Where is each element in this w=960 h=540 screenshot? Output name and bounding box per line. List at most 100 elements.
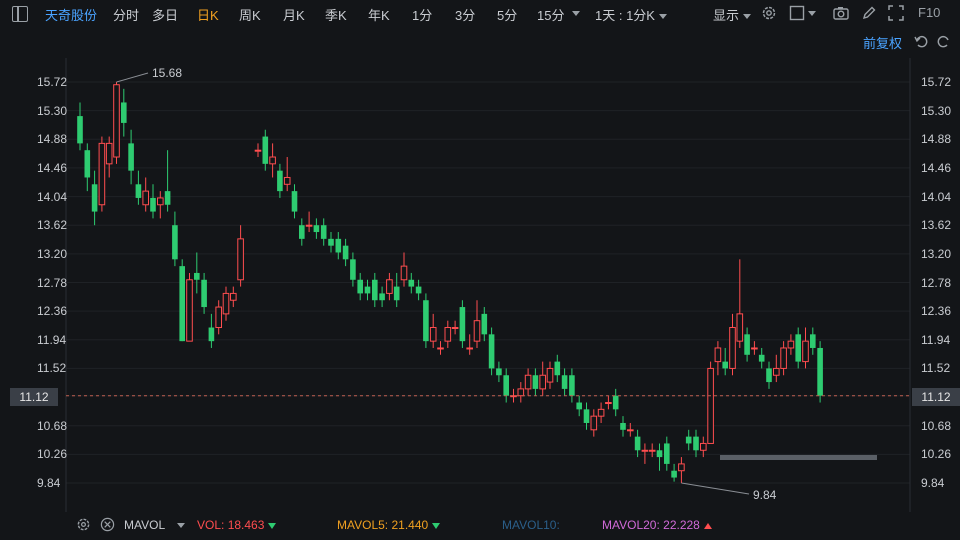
candle-body bbox=[77, 116, 83, 144]
candle-body bbox=[466, 347, 473, 350]
current-price-tag-right: 11.12 bbox=[912, 388, 960, 406]
candle-body bbox=[350, 259, 356, 280]
candle-body bbox=[342, 245, 349, 260]
down-arrow-icon bbox=[268, 522, 277, 529]
candle-body bbox=[400, 265, 408, 281]
candle-body bbox=[357, 279, 363, 294]
candle-body bbox=[678, 463, 685, 472]
candle-body bbox=[277, 170, 283, 192]
candle-body bbox=[576, 402, 582, 410]
candle-body bbox=[208, 327, 215, 342]
price-tick-label-left: 11.94 bbox=[37, 332, 67, 347]
candle-body bbox=[744, 334, 750, 355]
price-tick-label-left: 12.36 bbox=[37, 304, 68, 319]
candle-body bbox=[817, 347, 823, 396]
price-tick-label-right: 14.46 bbox=[921, 160, 952, 175]
candle-body bbox=[766, 368, 772, 383]
price-tick-label-left: 15.30 bbox=[37, 103, 68, 118]
candle-body bbox=[554, 361, 561, 376]
candle-body bbox=[524, 374, 532, 390]
price-tick-label-left: 14.04 bbox=[37, 189, 68, 204]
candle-body bbox=[729, 327, 736, 369]
mavol5-label: MAVOL5: bbox=[337, 518, 389, 532]
candle-body bbox=[313, 225, 320, 233]
candle-body bbox=[379, 293, 385, 301]
candle-body bbox=[671, 470, 677, 478]
candle-body bbox=[230, 292, 237, 301]
candle-body bbox=[269, 156, 276, 165]
indicator-select[interactable]: MAVOL bbox=[124, 518, 186, 532]
candle-body bbox=[157, 197, 164, 206]
price-tick-label-right: 10.26 bbox=[921, 447, 952, 462]
candle-body bbox=[597, 408, 605, 417]
candle-body bbox=[291, 191, 298, 212]
vol-value: 18.463 bbox=[227, 518, 265, 532]
close-icon[interactable] bbox=[100, 517, 115, 532]
price-tick-label-left: 10.68 bbox=[37, 418, 68, 433]
candle-body bbox=[714, 347, 722, 363]
candle-body bbox=[372, 279, 378, 301]
candle-body bbox=[222, 292, 230, 315]
candle-body bbox=[459, 307, 466, 342]
candle-body bbox=[605, 402, 612, 405]
price-tick-label-left: 14.88 bbox=[37, 132, 68, 147]
candle-body bbox=[802, 340, 809, 363]
candlestick-chart[interactable] bbox=[0, 0, 960, 540]
candle-body bbox=[488, 334, 495, 369]
candle-body bbox=[590, 415, 598, 431]
candle-body bbox=[429, 327, 437, 342]
candle-body bbox=[539, 374, 547, 390]
candle-body bbox=[634, 436, 641, 451]
price-tick-label-right: 14.88 bbox=[921, 132, 952, 147]
candle-body bbox=[656, 450, 663, 458]
candle-body bbox=[393, 286, 400, 301]
candle-body bbox=[736, 313, 744, 342]
candle-body bbox=[693, 436, 699, 451]
price-tick-label-left: 15.72 bbox=[37, 75, 68, 89]
candle-body bbox=[481, 313, 488, 335]
candle-body bbox=[113, 84, 120, 158]
candle-body bbox=[283, 176, 291, 185]
mavol20-readout: MAVOL20: 22.228 bbox=[602, 518, 712, 532]
price-tick-label-right: 13.20 bbox=[921, 246, 952, 261]
candle-body bbox=[179, 266, 185, 342]
candle-body bbox=[722, 361, 728, 369]
candle-body bbox=[423, 300, 429, 342]
price-tick-label-left: 14.46 bbox=[37, 160, 68, 175]
mavol10-label: MAVOL10: bbox=[502, 518, 560, 532]
candle-body bbox=[787, 340, 795, 349]
vol-label: VOL: bbox=[197, 518, 225, 532]
candle-body bbox=[215, 306, 222, 329]
candle-body bbox=[305, 224, 313, 227]
candle-body bbox=[150, 197, 156, 212]
candle-body bbox=[444, 327, 452, 342]
candle-body bbox=[121, 102, 127, 123]
price-tick-label-right: 12.78 bbox=[921, 275, 952, 290]
candle-body bbox=[700, 442, 707, 451]
candle-body bbox=[172, 225, 178, 260]
mavol5-value: 21.440 bbox=[391, 518, 429, 532]
price-tick-label-right: 9.84 bbox=[921, 476, 945, 490]
candle-body bbox=[612, 395, 619, 410]
price-tick-label-right: 11.52 bbox=[921, 361, 951, 376]
candle-body bbox=[627, 429, 634, 432]
price-tick-label-left: 13.62 bbox=[37, 218, 68, 233]
price-tick-label-right: 13.62 bbox=[921, 218, 952, 233]
vol-readout: VOL: 18.463 bbox=[197, 518, 277, 532]
candle-body bbox=[641, 449, 649, 452]
gear-icon[interactable] bbox=[76, 517, 91, 532]
candle-body bbox=[685, 436, 692, 444]
mavol20-value: 22.228 bbox=[663, 518, 700, 532]
price-tick-label-right: 10.68 bbox=[921, 418, 952, 433]
price-tick-label-left: 10.26 bbox=[37, 447, 68, 462]
candle-body bbox=[386, 279, 393, 294]
candle-body bbox=[517, 388, 525, 397]
low-leader-line bbox=[681, 482, 750, 495]
candle-body bbox=[473, 320, 481, 342]
candle-body bbox=[262, 136, 269, 164]
candle-body bbox=[780, 347, 787, 369]
price-tick-label-left: 9.84 bbox=[37, 476, 61, 490]
down-arrow-icon bbox=[432, 522, 441, 529]
candle-body bbox=[194, 272, 200, 280]
high-leader-line bbox=[116, 72, 149, 83]
